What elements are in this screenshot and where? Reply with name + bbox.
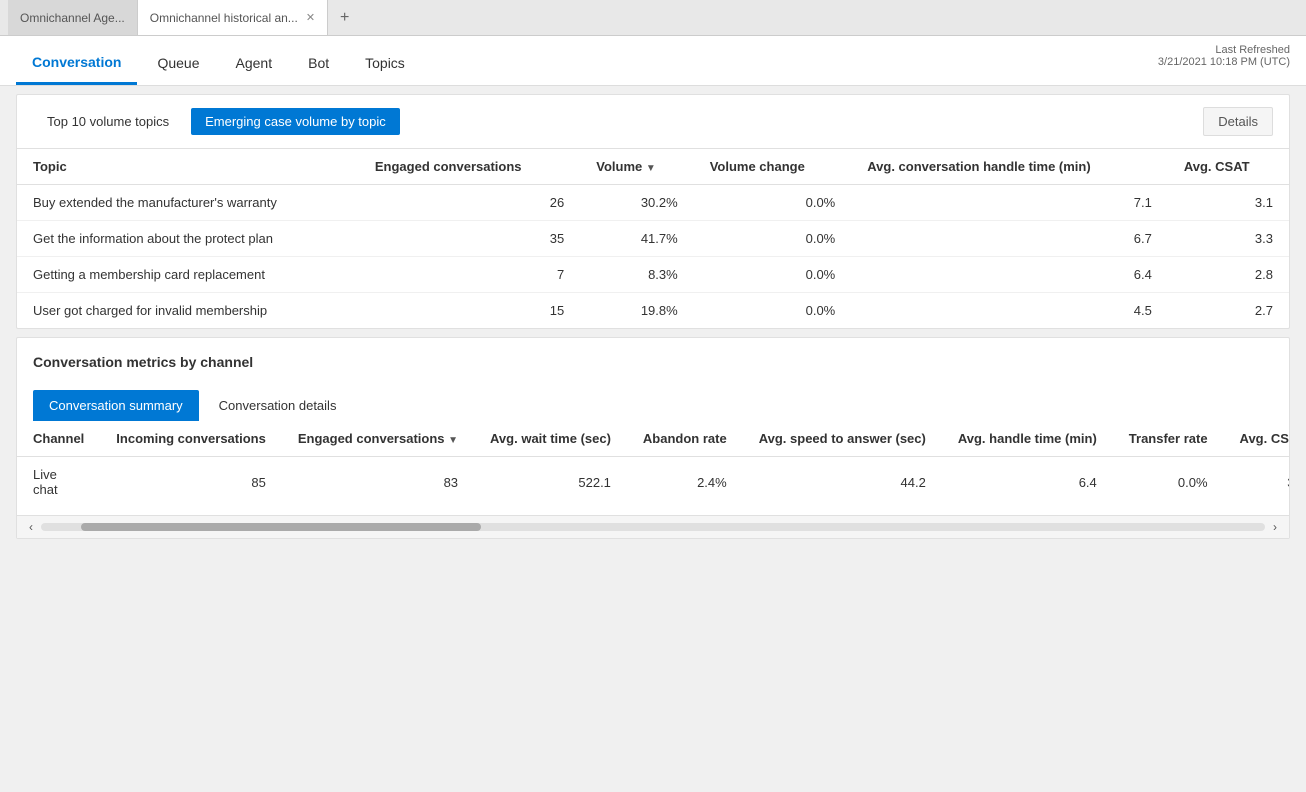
td-volume-change: 0.0%	[694, 257, 852, 293]
mth-engaged: Engaged conversations ▼	[282, 421, 474, 457]
mth-abandon: Abandon rate	[627, 421, 743, 457]
engaged-sort-icon: ▼	[448, 435, 458, 446]
th-volume-change: Volume change	[694, 149, 852, 185]
browser-tab-2[interactable]: Omnichannel historical an... ✕	[138, 0, 328, 35]
mth-avg-speed: Avg. speed to answer (sec)	[743, 421, 942, 457]
main-content: Top 10 volume topics Emerging case volum…	[0, 86, 1306, 792]
td-volume: 41.7%	[580, 221, 693, 257]
th-topic: Topic	[17, 149, 359, 185]
td-volume-change: 0.0%	[694, 221, 852, 257]
app-nav-bar: Conversation Queue Agent Bot Topics Last…	[0, 36, 1306, 86]
td-avg-csat: 2.8	[1168, 257, 1289, 293]
scroll-track[interactable]	[41, 523, 1265, 531]
td-topic: Get the information about the protect pl…	[17, 221, 359, 257]
td-volume: 30.2%	[580, 185, 693, 221]
td-avg-handle: 7.1	[851, 185, 1168, 221]
conversation-summary-tab[interactable]: Conversation summary	[33, 390, 199, 421]
td-engaged: 26	[359, 185, 580, 221]
td-volume: 8.3%	[580, 257, 693, 293]
mth-channel: Channel	[17, 421, 100, 457]
scroll-thumb[interactable]	[81, 523, 481, 531]
td-transfer-rate: 0.0%	[1113, 457, 1224, 508]
last-refreshed-label: Last Refreshed	[1158, 44, 1290, 56]
table-row: Live chat 85 83 522.1 2.4% 44.2 6.4 0.0%…	[17, 457, 1289, 508]
td-avg-handle: 6.7	[851, 221, 1168, 257]
conversation-details-tab[interactable]: Conversation details	[203, 390, 353, 421]
td-avg-csat: 2.7	[1168, 293, 1289, 329]
th-volume: Volume ▼	[580, 149, 693, 185]
browser-tab-2-label: Omnichannel historical an...	[150, 11, 298, 25]
mth-avg-handle: Avg. handle time (min)	[942, 421, 1113, 457]
td-avg-speed: 44.2	[743, 457, 942, 508]
td-avg-csat: 3.1	[1168, 185, 1289, 221]
metrics-section-title: Conversation metrics by channel	[17, 338, 1289, 382]
td-avg-handle: 6.4	[851, 257, 1168, 293]
metrics-table: Channel Incoming conversations Engaged c…	[17, 421, 1289, 507]
browser-tab-2-close[interactable]: ✕	[306, 11, 315, 24]
mth-avg-wait: Avg. wait time (sec)	[474, 421, 627, 457]
td-avg-wait: 522.1	[474, 457, 627, 508]
horizontal-scroll-bar[interactable]: ‹ ›	[17, 515, 1289, 538]
td-abandon-rate: 2.4%	[627, 457, 743, 508]
th-engaged: Engaged conversations	[359, 149, 580, 185]
volume-sort-icon: ▼	[646, 163, 656, 174]
td-avg-csat: 3.1	[1224, 457, 1289, 508]
td-volume: 19.8%	[580, 293, 693, 329]
th-avg-handle: Avg. conversation handle time (min)	[851, 149, 1168, 185]
new-tab-button[interactable]: +	[332, 9, 357, 27]
nav-tab-queue[interactable]: Queue	[141, 43, 215, 85]
mth-transfer: Transfer rate	[1113, 421, 1224, 457]
topics-section-card: Top 10 volume topics Emerging case volum…	[16, 94, 1290, 329]
mth-incoming: Incoming conversations	[100, 421, 282, 457]
browser-tab-1-label: Omnichannel Age...	[20, 11, 125, 25]
topics-tab-buttons: Top 10 volume topics Emerging case volum…	[33, 108, 400, 135]
td-channel: Live chat	[17, 457, 100, 508]
details-button[interactable]: Details	[1203, 107, 1273, 136]
td-topic: User got charged for invalid membership	[17, 293, 359, 329]
td-avg-csat: 3.3	[1168, 221, 1289, 257]
table-row: User got charged for invalid membership …	[17, 293, 1289, 329]
metrics-sub-tabs-row: Conversation summary Conversation detail…	[17, 382, 1289, 421]
nav-tab-bot[interactable]: Bot	[292, 43, 345, 85]
topics-table: Topic Engaged conversations Volume ▼ Vol…	[17, 149, 1289, 328]
metrics-table-header-row: Channel Incoming conversations Engaged c…	[17, 421, 1289, 457]
nav-tab-topics[interactable]: Topics	[349, 43, 421, 85]
topics-tabs-row: Top 10 volume topics Emerging case volum…	[17, 95, 1289, 149]
last-refreshed-block: Last Refreshed 3/21/2021 10:18 PM (UTC)	[1158, 44, 1290, 68]
td-volume-change: 0.0%	[694, 293, 852, 329]
td-engaged: 7	[359, 257, 580, 293]
td-incoming: 85	[100, 457, 282, 508]
td-engaged: 35	[359, 221, 580, 257]
td-engaged: 83	[282, 457, 474, 508]
nav-tab-conversation[interactable]: Conversation	[16, 42, 137, 85]
td-avg-handle: 4.5	[851, 293, 1168, 329]
browser-tab-1[interactable]: Omnichannel Age...	[8, 0, 138, 35]
metrics-section-card: Conversation metrics by channel Conversa…	[16, 337, 1290, 539]
td-volume-change: 0.0%	[694, 185, 852, 221]
table-row: Getting a membership card replacement 7 …	[17, 257, 1289, 293]
td-engaged: 15	[359, 293, 580, 329]
topics-table-header-row: Topic Engaged conversations Volume ▼ Vol…	[17, 149, 1289, 185]
mth-avg-csat: Avg. CSAT	[1224, 421, 1289, 457]
td-topic: Buy extended the manufacturer's warranty	[17, 185, 359, 221]
emerging-case-volume-tab[interactable]: Emerging case volume by topic	[191, 108, 400, 135]
last-refreshed-value: 3/21/2021 10:18 PM (UTC)	[1158, 56, 1290, 68]
td-avg-handle: 6.4	[942, 457, 1113, 508]
top-10-volume-tab[interactable]: Top 10 volume topics	[33, 108, 183, 135]
scroll-right-arrow[interactable]: ›	[1269, 520, 1281, 534]
table-row: Buy extended the manufacturer's warranty…	[17, 185, 1289, 221]
td-topic: Getting a membership card replacement	[17, 257, 359, 293]
scroll-left-arrow[interactable]: ‹	[25, 520, 37, 534]
th-avg-csat: Avg. CSAT	[1168, 149, 1289, 185]
browser-tab-bar: Omnichannel Age... Omnichannel historica…	[0, 0, 1306, 36]
table-row: Get the information about the protect pl…	[17, 221, 1289, 257]
nav-tab-agent[interactable]: Agent	[220, 43, 289, 85]
